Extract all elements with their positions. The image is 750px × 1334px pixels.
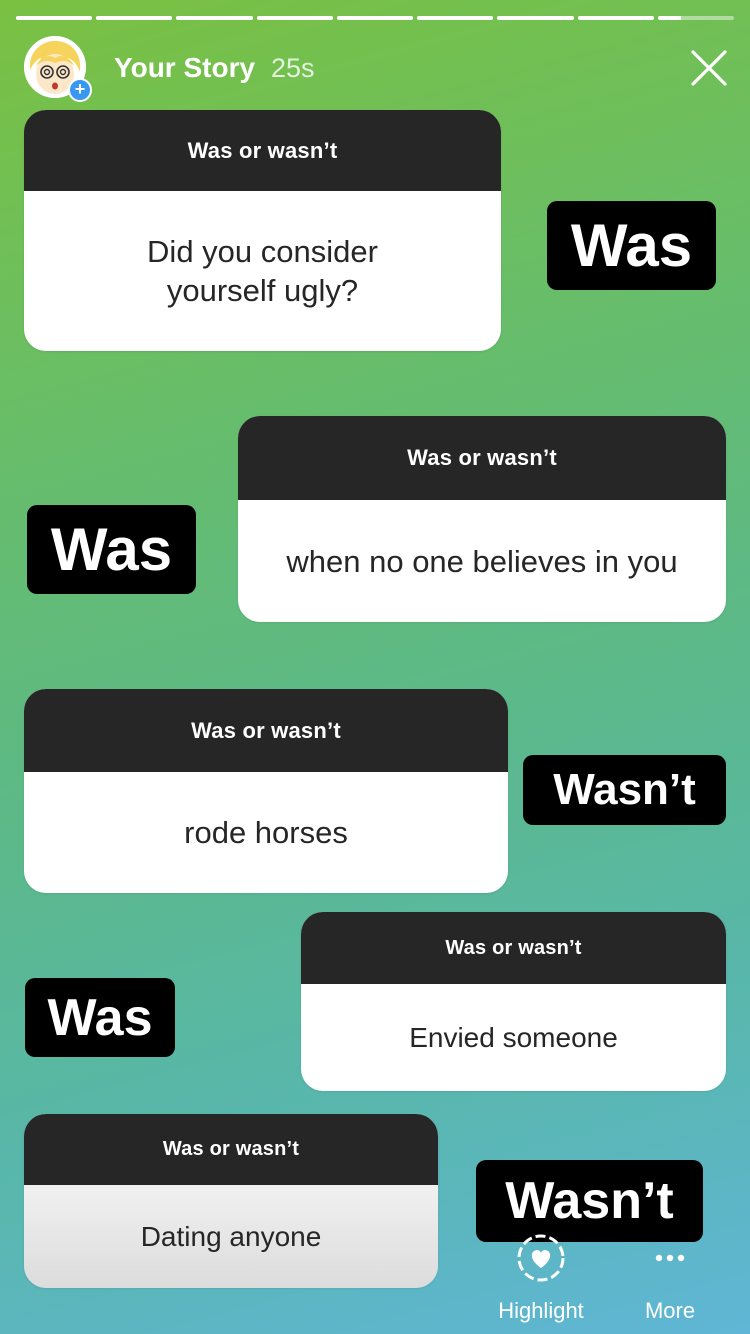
progress-segment-current	[657, 16, 734, 20]
progress-segment	[256, 16, 333, 20]
progress-segment	[96, 16, 173, 20]
progress-segment	[577, 16, 654, 20]
answer-tag: Was	[25, 978, 175, 1057]
question-sticker: Was or wasn’t Dating anyone	[24, 1114, 438, 1288]
question-sticker: Was or wasn’t Envied someone	[301, 912, 726, 1091]
more-label: More	[644, 1298, 696, 1323]
sticker-question: Envied someone	[409, 1022, 618, 1053]
sticker-title: Was or wasn’t	[24, 1114, 438, 1185]
progress-segment	[497, 16, 574, 20]
story-owner-name[interactable]: Your Story	[114, 52, 255, 84]
sticker-question: Did you consider yourself ugly?	[147, 234, 378, 308]
sticker-title: Was or wasn’t	[301, 912, 726, 984]
more-dots-icon	[655, 1254, 685, 1262]
add-to-story-icon[interactable]: +	[68, 78, 92, 102]
progress-segment	[417, 16, 494, 20]
sticker-question: when no one believes in you	[286, 543, 678, 579]
answer-tag: Wasn’t	[476, 1160, 703, 1242]
more-button[interactable]: More	[628, 1232, 712, 1324]
sticker-question: Dating anyone	[140, 1221, 322, 1252]
answer-tag: Wasn’t	[523, 755, 726, 825]
sticker-title: Was or wasn’t	[24, 110, 501, 191]
progress-segment	[16, 16, 93, 20]
sticker-title: Was or wasn’t	[24, 689, 508, 772]
progress-segment	[336, 16, 414, 20]
sticker-question: rode horses	[184, 815, 348, 850]
question-sticker: Was or wasn’t Did you consider yourself …	[24, 110, 501, 351]
question-sticker: Was or wasn’t when no one believes in yo…	[238, 416, 726, 622]
highlight-button[interactable]: Highlight	[483, 1232, 599, 1324]
sticker-title: Was or wasn’t	[238, 416, 726, 500]
progress-segment	[176, 16, 253, 20]
story-elapsed-time: 25s	[271, 53, 315, 83]
heart-circle-icon	[517, 1234, 565, 1282]
answer-tag: Was	[547, 201, 716, 290]
story-progress-bar	[16, 16, 734, 20]
answer-tag: Was	[27, 505, 196, 594]
close-icon[interactable]	[690, 49, 728, 87]
highlight-label: Highlight	[498, 1298, 584, 1323]
question-sticker: Was or wasn’t rode horses	[24, 689, 508, 893]
